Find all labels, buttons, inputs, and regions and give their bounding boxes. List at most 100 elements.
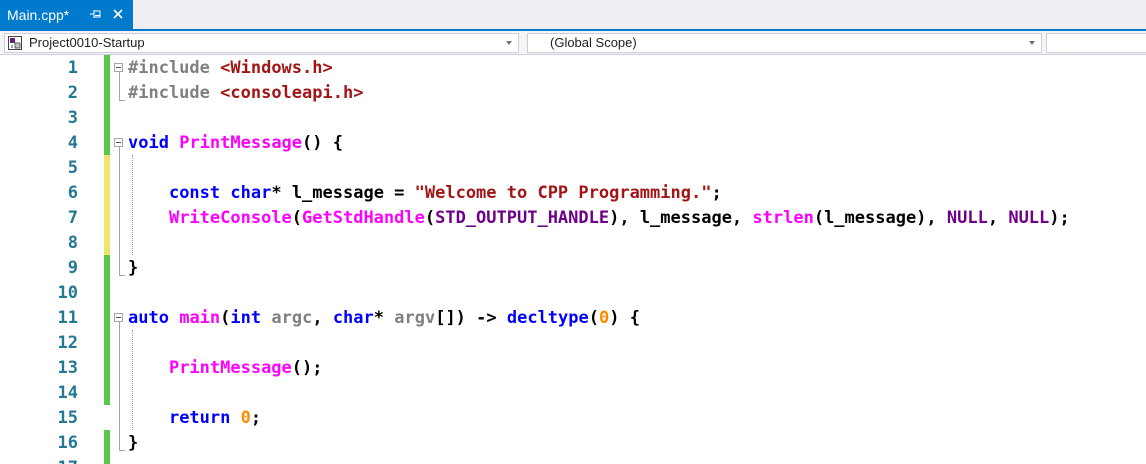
scope-name: (Global Scope) [550,35,637,50]
code-line[interactable]: 2 #include <consoleapi.h> [0,80,1146,105]
token-number: 0 [599,308,610,328]
token-function: strlen [752,208,814,228]
token-macro: NULL [946,208,988,228]
collapse-icon[interactable] [114,313,123,322]
code-text: void PrintMessage() { [128,133,343,153]
collapse-icon[interactable] [114,138,123,147]
chevron-down-icon [1029,41,1035,45]
cpp-project-icon [8,36,22,50]
line-number: 7 [67,208,78,228]
token-punctuation: ( [424,208,436,228]
token-function: PrintMessage [168,358,292,378]
change-marker-unsaved [104,230,110,255]
token-punctuation: ; [711,183,722,203]
code-line[interactable]: 3 [0,105,1146,130]
token-punctuation: ( [220,308,231,328]
code-text: } [128,433,138,453]
change-marker-saved [104,305,110,330]
token-keyword: auto [128,308,169,328]
code-line[interactable]: 4 void PrintMessage() { [0,130,1146,155]
close-icon[interactable] [111,6,125,22]
code-text: #include <consoleapi.h> [128,83,363,103]
code-line[interactable]: 6 const char* l_message = "Welcome to CP… [0,180,1146,205]
line-number: 2 [67,83,78,103]
token-punctuation: , [987,208,1009,228]
line-number: 3 [67,108,78,128]
token-keyword: char [230,183,272,203]
change-marker-saved [104,355,110,380]
token-function: main [179,308,221,328]
code-line[interactable]: 11 auto main(int argc, char* argv[]) -> … [0,305,1146,330]
code-editor[interactable]: 1 #include <Windows.h> 2 #include <conso… [0,55,1146,464]
change-marker-saved [104,55,110,80]
token-punctuation: () { [302,133,343,153]
token-function: PrintMessage [179,133,303,153]
token-include-path: <Windows.h> [220,58,333,78]
change-marker-saved [104,255,110,280]
code-text: WriteConsole(GetStdHandle(STD_OUTPUT_HAN… [128,208,1070,228]
change-marker-saved [104,380,110,405]
line-number: 17 [0,458,78,464]
line-number: 16 [57,433,78,453]
token-parameter: argv [394,308,436,328]
line-number: 11 [57,308,78,328]
code-text: return 0; [128,408,261,428]
token-keyword: char [332,308,374,328]
token-punctuation: , [312,308,333,328]
code-line[interactable]: 5 [0,155,1146,180]
token-punctuation: []) -> [435,308,507,328]
token-macro: NULL [1008,208,1050,228]
chevron-down-icon [506,41,512,45]
code-line[interactable]: 16 } [0,430,1146,455]
code-line[interactable]: 13 PrintMessage(); [0,355,1146,380]
token-keyword: decltype [506,308,589,328]
code-text: PrintMessage(); [128,358,323,378]
token-punctuation: ) { [609,308,640,328]
change-marker-saved [104,280,110,305]
code-text: } [128,258,138,278]
token-include-path: <consoleapi.h> [220,83,364,103]
token-keyword: const [168,183,221,203]
code-text: auto main(int argc, char* argv[]) -> dec… [128,308,640,328]
code-line[interactable]: 17 [0,455,1146,464]
token-preprocessor: #include [128,58,210,78]
line-number: 13 [57,358,78,378]
token-keyword: return [168,408,231,428]
token-macro: STD_OUTPUT_HANDLE [435,208,610,228]
token-punctuation: } [128,258,139,278]
code-line[interactable]: 15 return 0; [0,405,1146,430]
line-number: 8 [67,233,78,253]
code-line[interactable]: 10 [0,280,1146,305]
token-plain: * l_message = [271,183,415,203]
change-marker-saved [104,330,110,355]
token-punctuation: ( [588,308,599,328]
document-tab-main-cpp[interactable]: Main.cpp* [0,0,133,29]
line-number: 9 [67,258,78,278]
code-line[interactable]: 9 } [0,255,1146,280]
member-dropdown[interactable] [1046,33,1146,53]
token-plain: ), l_message, [609,208,753,228]
scope-dropdown[interactable]: (Global Scope) [527,33,1042,53]
token-preprocessor: #include [128,83,210,103]
change-marker-saved [104,130,110,155]
change-marker-unsaved [104,155,110,180]
document-tab-strip: Main.cpp* [0,0,1146,31]
line-number: 5 [67,158,78,178]
token-number: 0 [240,408,251,428]
project-dropdown[interactable]: Project0010-Startup [4,33,519,53]
code-text: #include <Windows.h> [128,58,333,78]
code-line[interactable]: 8 [0,230,1146,255]
tab-title: Main.cpp* [7,6,70,23]
change-marker-unsaved [104,205,110,230]
pin-icon[interactable] [89,6,101,22]
code-line[interactable]: 14 [0,380,1146,405]
code-line[interactable]: 12 [0,330,1146,355]
navigation-bar: Project0010-Startup (Global Scope) [0,31,1146,55]
code-line[interactable]: 1 #include <Windows.h> [0,55,1146,80]
token-function: WriteConsole [168,208,292,228]
token-punctuation: } [128,433,139,453]
code-line[interactable]: 7 WriteConsole(GetStdHandle(STD_OUTPUT_H… [0,205,1146,230]
change-marker-saved [104,105,110,130]
line-number: 1 [67,58,78,78]
collapse-icon[interactable] [114,63,123,72]
